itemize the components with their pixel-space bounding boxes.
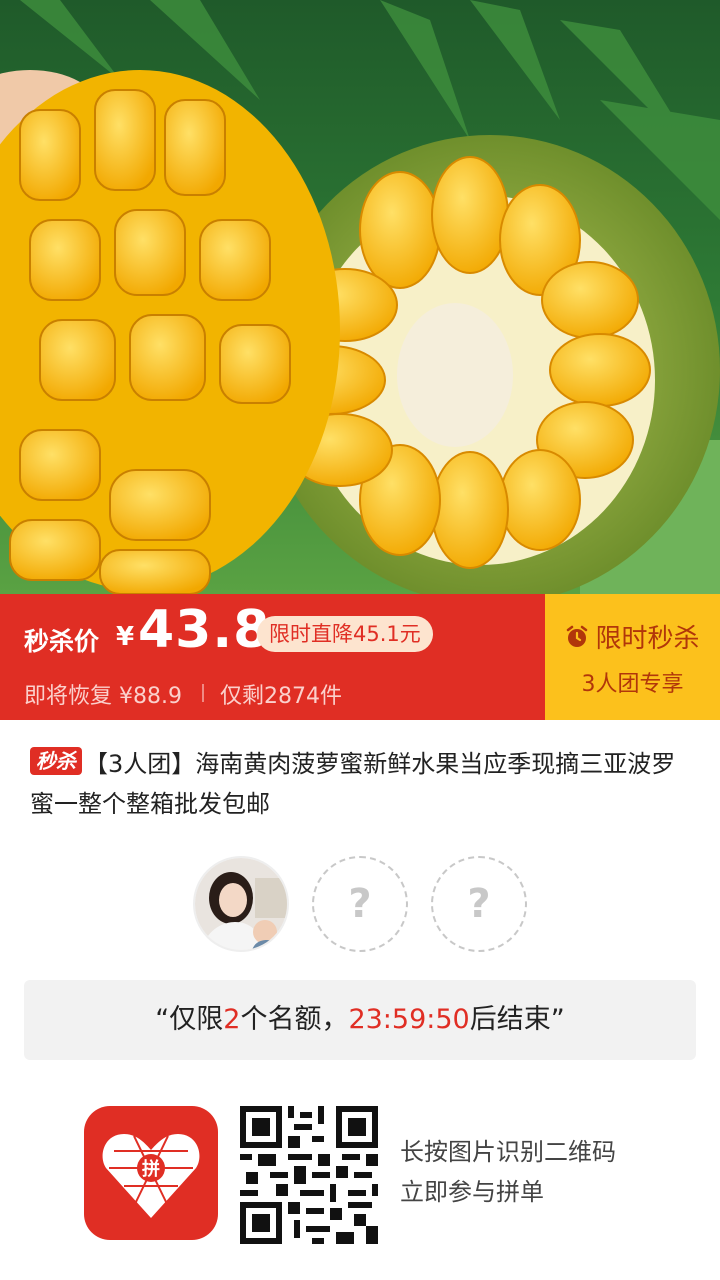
price-drop-badge: 限时直降45.1元: [257, 616, 433, 652]
flash-sale-panel: 限时秒杀 3人团专享: [545, 594, 720, 720]
scan-instruction-line1: 长按图片识别二维码: [400, 1138, 616, 1166]
countdown-timer: 23:59:50: [348, 1004, 470, 1035]
product-title: 秒杀 【3人团】海南黄肉菠萝蜜新鲜水果当应季现摘三亚波罗蜜一整个整箱批发包邮: [30, 744, 690, 824]
alarm-clock-icon: [565, 625, 589, 649]
remaining-stock-text: 仅剩2874件: [220, 684, 342, 709]
flash-sale-title: 限时秒杀: [595, 624, 700, 654]
empty-group-slot[interactable]: ?: [431, 856, 527, 952]
flash-sale-price-bar: 秒杀价 ¥ 43.8 限时直降45.1元 即将恢复 ¥88.9 仅剩2874件 …: [0, 594, 720, 720]
quota-count: 2: [223, 1004, 241, 1035]
currency-symbol: ¥: [116, 622, 135, 652]
product-hero-image: [0, 0, 720, 594]
qr-code-icon[interactable]: [240, 1106, 378, 1244]
quota-prefix: “仅限: [155, 1004, 224, 1035]
scan-instruction-line2: 立即参与拼单: [400, 1178, 544, 1206]
jackfruit-illustration: [0, 0, 720, 594]
svg-text:拼: 拼: [142, 1158, 160, 1180]
group-members: ? ?: [0, 856, 720, 952]
question-mark-icon: ?: [467, 881, 491, 927]
empty-group-slot[interactable]: ?: [312, 856, 408, 952]
pinduoduo-logo-icon: 拼: [84, 1106, 218, 1240]
sale-price-label: 秒杀价: [24, 627, 100, 656]
price-panel: 秒杀价 ¥ 43.8 限时直降45.1元 即将恢复 ¥88.9 仅剩2874件: [0, 594, 545, 720]
scan-instructions: 长按图片识别二维码 立即参与拼单: [400, 1132, 616, 1212]
group-exclusive-label: 3人团专享: [581, 672, 684, 697]
quota-countdown-box: “仅限2个名额，23:59:50后结束”: [24, 980, 696, 1060]
restore-price-text: 即将恢复 ¥88.9: [24, 684, 182, 709]
quota-middle: 个名额，: [240, 1004, 349, 1035]
divider: [202, 684, 204, 702]
question-mark-icon: ?: [348, 881, 372, 927]
quota-suffix: 后结束”: [469, 1004, 565, 1035]
avatar[interactable]: [193, 856, 289, 952]
flash-sale-tag: 秒杀: [30, 747, 82, 775]
product-title-text: 【3人团】海南黄肉菠萝蜜新鲜水果当应季现摘三亚波罗蜜一整个整箱批发包邮: [30, 750, 676, 818]
sale-price: 43.8: [138, 600, 271, 660]
user-photo-icon: [195, 858, 287, 950]
price-panel-notch: [530, 642, 545, 672]
